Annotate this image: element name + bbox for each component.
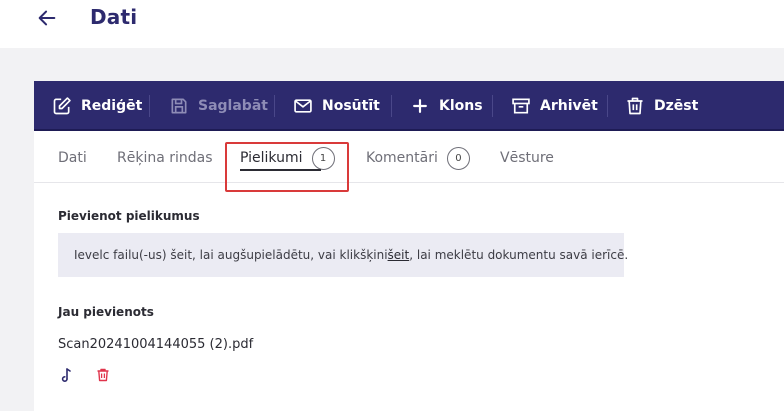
action-toolbar: Rediģēt Saglabāt Nosūtīt Klons Arhivēt D…	[34, 81, 784, 131]
clone-label: Klons	[439, 98, 483, 114]
tab-invoice-lines[interactable]: Rēķina rindas	[117, 133, 213, 183]
highlight-box	[225, 142, 349, 192]
send-button[interactable]: Nosūtīt	[293, 81, 380, 131]
save-icon	[171, 98, 187, 114]
archive-label: Arhivēt	[540, 98, 598, 114]
save-button[interactable]: Saglabāt	[169, 81, 268, 131]
delete-button[interactable]: Dzēst	[625, 81, 698, 131]
plus-icon	[413, 99, 427, 113]
tab-label: Vēsture	[500, 150, 554, 166]
tab-history[interactable]: Vēsture	[500, 133, 554, 183]
tab-bar: Dati Rēķina rindas Pielikumi 1 Komentāri…	[34, 133, 784, 183]
send-label: Nosūtīt	[322, 98, 380, 114]
tab-label: Dati	[58, 150, 87, 166]
delete-file-icon[interactable]	[95, 367, 111, 383]
tab-label: Rēķina rindas	[117, 150, 213, 166]
delete-label: Dzēst	[654, 98, 699, 114]
edit-button[interactable]: Rediģēt	[52, 81, 142, 131]
attachment-file-name[interactable]: Scan20241004144055 (2).pdf	[58, 337, 253, 352]
edit-label: Rediģēt	[81, 98, 143, 114]
edit-icon	[53, 97, 71, 115]
trash-icon	[627, 97, 643, 115]
add-attachments-title: Pievienot pielikumus	[58, 209, 200, 223]
dropzone-text-before: Ievelc failu(-us) šeit, lai augšupielādē…	[74, 248, 388, 262]
clone-button[interactable]: Klons	[410, 81, 483, 131]
archive-icon	[512, 98, 530, 114]
download-icon[interactable]	[58, 367, 74, 383]
count-badge: 0	[446, 146, 470, 170]
page-title: Dati	[90, 5, 138, 29]
dropzone-text-after: , lai meklētu dokumentu savā ierīcē.	[409, 248, 629, 262]
browse-link[interactable]: šeit	[388, 248, 410, 262]
file-dropzone[interactable]: Ievelc failu(-us) šeit, lai augšupielādē…	[58, 233, 628, 277]
existing-attachments-title: Jau pievienots	[58, 305, 154, 319]
save-label: Saglabāt	[198, 98, 268, 114]
tab-comments[interactable]: Komentāri 0	[366, 133, 470, 183]
tab-dati[interactable]: Dati	[58, 133, 87, 183]
back-arrow-icon[interactable]	[36, 7, 58, 29]
tab-label: Komentāri	[366, 150, 438, 166]
envelope-icon	[294, 99, 312, 113]
top-bar: Dati	[0, 0, 784, 48]
document-card: Rediģēt Saglabāt Nosūtīt Klons Arhivēt D…	[34, 81, 784, 411]
archive-button[interactable]: Arhivēt	[511, 81, 598, 131]
